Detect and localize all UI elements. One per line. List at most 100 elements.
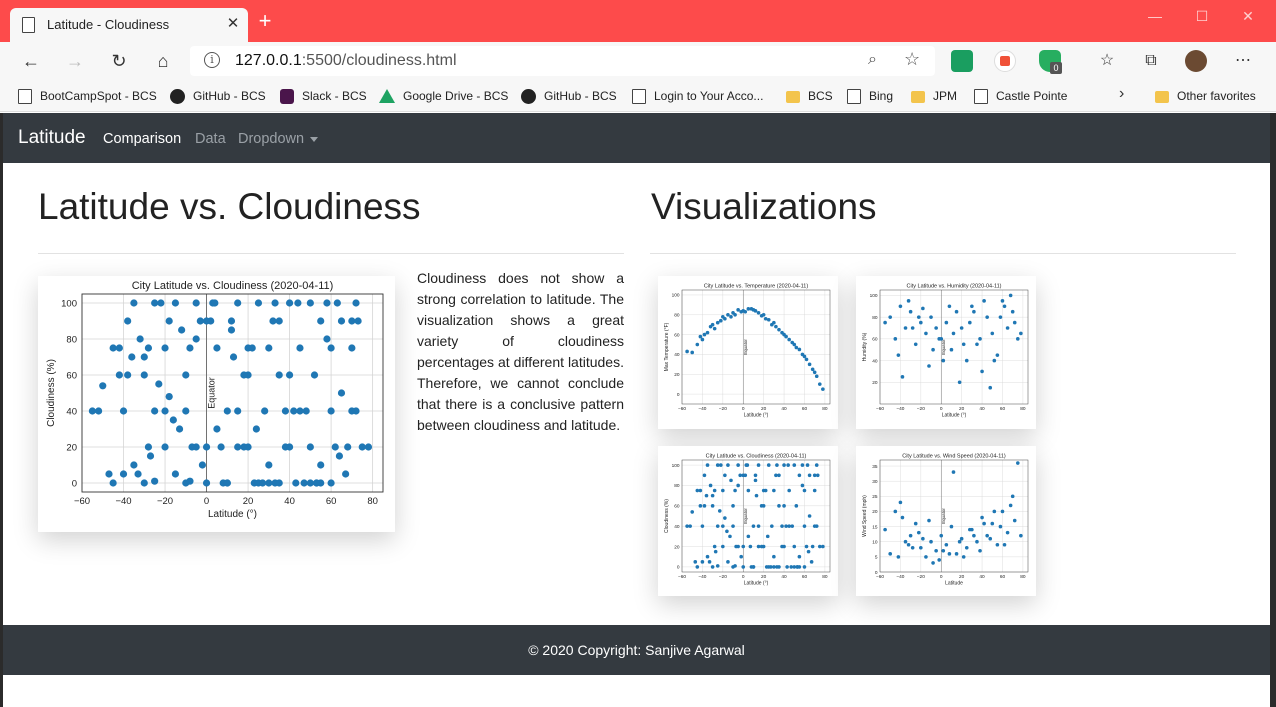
bookmark-item[interactable]: Google Drive - BCS [379,86,508,106]
x-tick-label: −40 [698,406,706,412]
data-point [734,544,738,549]
browser-titlebar: Latitude - Cloudiness ✕ + — ☐ ✕ [0,0,1276,42]
data-point [931,561,935,565]
data-point [708,483,713,488]
data-point [806,549,811,554]
data-point [883,527,887,532]
data-point [739,554,743,559]
data-point [972,309,976,314]
data-point [275,371,283,379]
profile-avatar[interactable] [1185,50,1207,72]
x-tick-label: 0 [742,574,745,580]
cloudiness-thumbnail[interactable]: City Latitude vs. Cloudiness (2020-04-11… [658,446,838,596]
address-bar[interactable]: i 127.0.0.1:5500/cloudiness.html ⌕ ☆ [190,46,935,76]
data-point [223,407,231,415]
data-point [202,479,211,487]
data-point [157,299,165,307]
bookmark-item[interactable]: JPM [911,86,957,106]
home-icon[interactable]: ⌂ [150,48,176,74]
bookmark-label: Slack - BCS [302,89,367,103]
data-point [151,299,159,307]
data-point [939,533,944,538]
maximize-button[interactable]: ☐ [1190,8,1214,26]
x-tick-label: −60 [678,574,686,580]
data-point [192,335,200,343]
bookmark-item[interactable]: Login to Your Acco... [632,86,763,106]
shield-extension-icon[interactable]: 0 [1039,50,1062,74]
swift-extension-icon[interactable] [994,50,1016,72]
bookmark-item[interactable]: BCS [786,86,833,106]
close-tab-icon[interactable]: ✕ [224,14,242,34]
data-point [151,477,159,485]
favorite-star-icon[interactable]: ☆ [904,49,920,70]
data-point [787,524,791,528]
navbar-brand[interactable]: Latitude [18,127,86,149]
info-icon[interactable]: i [204,52,220,68]
data-point [261,407,269,415]
bookmark-item[interactable]: Bing [847,86,893,106]
favorites-icon[interactable]: ☆ [1096,50,1118,72]
bookmark-item[interactable]: BootCampSpot - BCS [18,86,157,106]
minimize-button[interactable]: — [1143,8,1167,26]
data-point [802,565,807,569]
bookmark-label: JPM [933,89,957,103]
x-tick-label: 60 [802,406,808,412]
data-point [951,470,956,474]
data-point [821,387,825,391]
bookmark-item[interactable]: GitHub - BCS [170,86,266,106]
bookmark-label: Other favorites [1177,89,1256,103]
bookmark-item[interactable]: GitHub - BCS [521,86,617,106]
x-tick-label: −40 [896,574,904,580]
nav-dropdown[interactable]: Dropdown [238,131,319,147]
url-text[interactable]: 127.0.0.1:5500/cloudiness.html [235,52,457,70]
forward-icon[interactable]: → [62,48,88,74]
wind-speed-thumbnail[interactable]: City Latitude vs. Wind Speed (2020-04-11… [856,446,1036,596]
refresh-icon[interactable]: ↻ [106,48,132,74]
y-tick-label: 5 [875,555,878,561]
more-menu-icon[interactable]: ⋯ [1232,50,1254,72]
data-point [171,299,180,307]
data-point [990,521,995,526]
bookmark-item[interactable]: Slack - BCS [280,86,367,106]
y-axis-label: Humidity (%) [862,332,868,361]
footer-copyright: © 2020 Copyright: Sanjive Agarwal [528,642,745,658]
extension-icon[interactable] [951,50,973,72]
temperature-thumbnail[interactable]: City Latitude vs. Temperature (2020-04-1… [658,276,838,429]
collections-icon[interactable]: ⧉ [1140,50,1162,72]
bookmark-item[interactable]: Castle Pointe [974,86,1067,106]
zoom-icon[interactable]: ⌕ [868,51,877,69]
data-point [924,555,928,559]
data-point [285,371,294,379]
data-point [95,407,103,415]
nav-link-comparison[interactable]: Comparison [103,131,181,147]
browser-tab[interactable]: Latitude - Cloudiness ✕ [10,8,248,42]
x-axis-label: Latitude (°) [208,509,257,520]
data-point [1015,337,1020,341]
y-tick-label: 10 [872,539,878,545]
data-point [789,565,794,569]
data-point [766,317,771,322]
bookmark-label: BootCampSpot - BCS [40,89,157,103]
data-point [916,530,921,535]
data-point [980,369,984,374]
data-point [954,309,959,314]
data-point [192,299,200,307]
data-point [756,524,761,528]
y-tick-label: 25 [872,494,878,500]
chevron-right-icon[interactable]: › [1119,85,1124,103]
nav-link-data[interactable]: Data [195,131,226,147]
back-icon[interactable]: ← [18,48,44,74]
data-point [1010,309,1015,314]
y-tick-label: 0 [677,565,680,571]
github-icon [521,88,536,104]
other-favorites[interactable]: Other favorites [1155,86,1256,106]
data-point [1019,533,1023,538]
data-point [335,452,344,460]
data-point [1010,494,1015,499]
data-point [310,371,319,379]
data-point [807,473,812,478]
humidity-thumbnail[interactable]: City Latitude vs. Humidity (2020-04-11) −… [856,276,1036,429]
new-tab-button[interactable]: + [255,10,275,32]
data-point [957,539,962,544]
close-window-button[interactable]: ✕ [1236,8,1260,26]
